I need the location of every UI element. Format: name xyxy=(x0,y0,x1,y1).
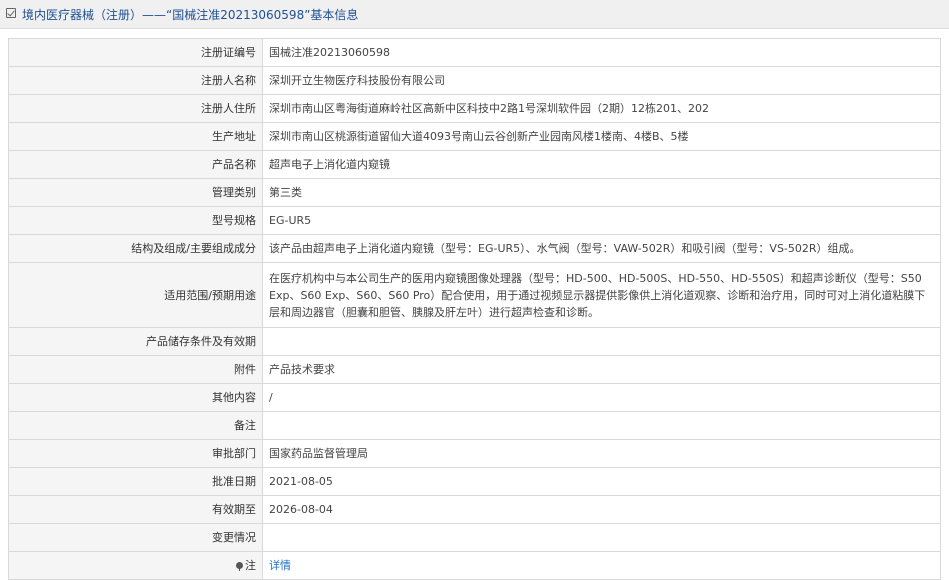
row-value xyxy=(262,523,941,552)
table-row: 产品名称 超声电子上消化道内窥镜 xyxy=(8,150,941,179)
table-row: 管理类别 第三类 xyxy=(8,178,941,207)
row-label: 产品名称 xyxy=(8,150,263,179)
row-value: / xyxy=(262,383,941,412)
row-label: 注册证编号 xyxy=(8,38,263,67)
table-row: 附件 产品技术要求 xyxy=(8,355,941,384)
table-row: 注 详情 xyxy=(8,551,941,580)
pin-icon xyxy=(236,562,243,571)
details-link[interactable]: 详情 xyxy=(269,559,291,572)
row-value: 2021-08-05 xyxy=(262,467,941,496)
row-label: 产品储存条件及有效期 xyxy=(8,327,263,356)
table-row: 结构及组成/主要组成成分 该产品由超声电子上消化道内窥镜（型号：EG-UR5）、… xyxy=(8,234,941,263)
row-label: 结构及组成/主要组成成分 xyxy=(8,234,263,263)
checkbox-icon xyxy=(6,8,16,18)
table-row: 批准日期 2021-08-05 xyxy=(8,467,941,496)
table-row: 注册人住所 深圳市南山区粤海街道麻岭社区高新中区科技中2路1号深圳软件园（2期）… xyxy=(8,94,941,123)
row-label: 审批部门 xyxy=(8,439,263,468)
row-label: 其他内容 xyxy=(8,383,263,412)
table-row: 其他内容 / xyxy=(8,383,941,412)
note-label-cell: 注 xyxy=(8,551,263,580)
row-value: 国械注准20213060598 xyxy=(262,38,941,67)
row-value xyxy=(262,327,941,356)
row-value: 该产品由超声电子上消化道内窥镜（型号：EG-UR5）、水气阀（型号：VAW-50… xyxy=(262,234,941,263)
row-value: 在医疗机构中与本公司生产的医用内窥镜图像处理器（型号：HD-500、HD-500… xyxy=(262,262,941,328)
row-value: 产品技术要求 xyxy=(262,355,941,384)
note-value-cell: 详情 xyxy=(262,551,941,580)
row-label: 有效期至 xyxy=(8,495,263,524)
row-label: 附件 xyxy=(8,355,263,384)
note-label: 注 xyxy=(245,559,256,572)
row-value: 国家药品监督管理局 xyxy=(262,439,941,468)
page-header: 境内医疗器械（注册）——“国械注准20213060598”基本信息 xyxy=(0,0,949,29)
table-row: 产品储存条件及有效期 xyxy=(8,327,941,356)
row-value: 2026-08-04 xyxy=(262,495,941,524)
table-row: 生产地址 深圳市南山区桃源街道留仙大道4093号南山云谷创新产业园南风楼1楼南、… xyxy=(8,122,941,151)
table-row: 型号规格 EG-UR5 xyxy=(8,206,941,235)
table-row: 注册证编号 国械注准20213060598 xyxy=(8,38,941,67)
info-table: 注册证编号 国械注准20213060598 注册人名称 深圳开立生物医疗科技股份… xyxy=(8,38,941,580)
row-label: 适用范围/预期用途 xyxy=(8,262,263,328)
row-value: 第三类 xyxy=(262,178,941,207)
row-label: 管理类别 xyxy=(8,178,263,207)
row-label: 生产地址 xyxy=(8,122,263,151)
table-row: 变更情况 xyxy=(8,523,941,552)
row-label: 批准日期 xyxy=(8,467,263,496)
table-row: 适用范围/预期用途 在医疗机构中与本公司生产的医用内窥镜图像处理器（型号：HD-… xyxy=(8,262,941,328)
row-value: EG-UR5 xyxy=(262,206,941,235)
row-value: 深圳市南山区桃源街道留仙大道4093号南山云谷创新产业园南风楼1楼南、4楼B、5… xyxy=(262,122,941,151)
row-value: 深圳开立生物医疗科技股份有限公司 xyxy=(262,66,941,95)
table-row: 备注 xyxy=(8,411,941,440)
row-label: 注册人住所 xyxy=(8,94,263,123)
row-label: 变更情况 xyxy=(8,523,263,552)
row-value xyxy=(262,411,941,440)
table-row: 注册人名称 深圳开立生物医疗科技股份有限公司 xyxy=(8,66,941,95)
row-label: 注册人名称 xyxy=(8,66,263,95)
row-label: 型号规格 xyxy=(8,206,263,235)
table-row: 审批部门 国家药品监督管理局 xyxy=(8,439,941,468)
row-label: 备注 xyxy=(8,411,263,440)
row-value: 超声电子上消化道内窥镜 xyxy=(262,150,941,179)
row-value: 深圳市南山区粤海街道麻岭社区高新中区科技中2路1号深圳软件园（2期）12栋201… xyxy=(262,94,941,123)
table-row: 有效期至 2026-08-04 xyxy=(8,495,941,524)
page-title: 境内医疗器械（注册）——“国械注准20213060598”基本信息 xyxy=(22,8,359,22)
